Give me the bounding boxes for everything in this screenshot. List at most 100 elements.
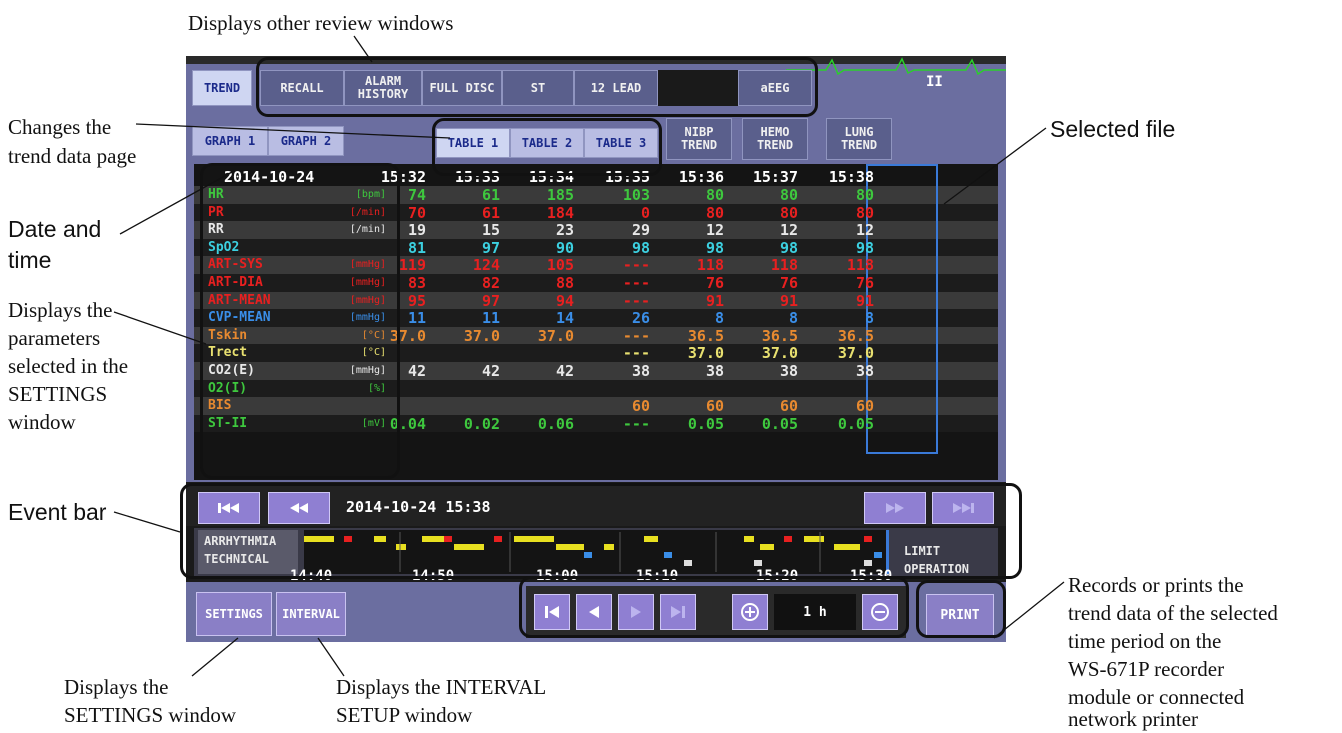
annotation-settings-1: Displays the: [64, 675, 169, 699]
zoom-out-button[interactable]: [862, 594, 898, 630]
parameter-unit: [°C]: [361, 347, 386, 359]
previous-button[interactable]: [576, 594, 612, 630]
annotation-interval-1: Displays the INTERVAL: [336, 675, 547, 699]
table-cell: 80: [855, 186, 874, 204]
tab-full-disc[interactable]: FULL DISC: [422, 70, 502, 106]
table-cell: 0.02: [463, 414, 500, 433]
zoom-in-button[interactable]: [732, 594, 768, 630]
annotation-selected-file: Selected file: [1050, 116, 1176, 142]
time-column-header[interactable]: 15:35: [580, 168, 650, 186]
event-datetime: 2014-10-24 15:38: [346, 498, 491, 516]
table-cell: 8: [864, 309, 874, 328]
tab-graph-1[interactable]: GRAPH 1: [192, 126, 268, 156]
skip-forward-icon: [953, 503, 974, 513]
table-cell: 74: [407, 186, 426, 204]
tab-table-1[interactable]: TABLE 1: [436, 128, 510, 158]
table-cell: 91: [855, 291, 874, 310]
time-column-header[interactable]: 15:34: [504, 168, 574, 186]
table-cell: 19: [407, 221, 426, 240]
annotation-review-windows: Displays other review windows: [188, 11, 454, 35]
parameter-name: Tskin: [208, 327, 248, 343]
rewind-button[interactable]: [268, 492, 330, 524]
annotation-records-4: WS-671P recorder: [1068, 657, 1225, 681]
table-cell: 185: [546, 186, 574, 204]
tab-12-lead[interactable]: 12 LEAD: [574, 70, 658, 106]
table-cell: 81: [407, 238, 426, 257]
table-cell: 0.06: [537, 414, 574, 433]
table-cell: 60: [705, 397, 724, 416]
table-cell: 0: [640, 203, 650, 222]
next-button[interactable]: [618, 594, 654, 630]
tab-lung-trend[interactable]: LUNG TREND: [826, 118, 892, 160]
tab-alarm-history[interactable]: ALARM HISTORY: [344, 70, 422, 106]
annotation-records-6: network printer: [1068, 707, 1199, 731]
table-cell: 90: [555, 238, 574, 257]
table-cell: 8: [714, 309, 724, 328]
table-cell: 38: [855, 362, 874, 380]
annotation-parameters-1: Displays the: [8, 298, 113, 322]
selected-column[interactable]: [866, 164, 938, 454]
jump-start-button[interactable]: [198, 492, 260, 524]
last-page-button[interactable]: [660, 594, 696, 630]
parameter-name: RR: [208, 222, 224, 238]
table-cell: 98: [705, 238, 724, 257]
tab-graph-2[interactable]: GRAPH 2: [268, 126, 344, 156]
interval-button[interactable]: INTERVAL: [276, 592, 346, 636]
minus-circle-icon: [871, 603, 889, 621]
time-column-header[interactable]: 15:33: [430, 168, 500, 186]
table-cell: 80: [855, 203, 874, 222]
table-cell: 98: [855, 238, 874, 257]
tab-recall[interactable]: RECALL: [260, 70, 344, 106]
annotation-date-time-2: time: [8, 247, 52, 273]
tab-trend[interactable]: TREND: [192, 70, 252, 106]
right-triangle-icon: [631, 606, 641, 618]
table-cell: 26: [631, 309, 650, 328]
time-column-header[interactable]: 15:36: [654, 168, 724, 186]
table-cell: 60: [779, 397, 798, 416]
table-cell: 83: [407, 274, 426, 292]
time-column-header[interactable]: 15:37: [728, 168, 798, 186]
trend-review-screen: TREND RECALL ALARM HISTORY FULL DISC ST …: [186, 56, 1006, 642]
jump-end-button[interactable]: [932, 492, 994, 524]
table-cell: 76: [705, 274, 724, 292]
tab-aeeg[interactable]: aEEG: [738, 70, 812, 106]
time-column-header[interactable]: 15:32: [356, 168, 426, 186]
table-cell: 91: [705, 291, 724, 310]
parameter-name: ART-SYS: [208, 257, 263, 273]
settings-button[interactable]: SETTINGS: [196, 592, 272, 636]
table-cell: 105: [546, 256, 574, 275]
table-cell: 76: [855, 274, 874, 292]
annotation-changes-page-1: Changes the: [8, 115, 112, 139]
table-cell: 37.0: [537, 326, 574, 345]
table-cell: 0.05: [761, 414, 798, 433]
first-page-button[interactable]: [534, 594, 570, 630]
table-cell: 8: [788, 309, 798, 328]
annotation-records-1: Records or prints the: [1068, 573, 1244, 597]
table-cell: 91: [779, 291, 798, 310]
table-cell: ---: [622, 291, 650, 310]
parameter-name: SpO2: [208, 239, 240, 255]
table-cell: 118: [696, 256, 724, 275]
tab-st[interactable]: ST: [502, 70, 574, 106]
tab-table-3[interactable]: TABLE 3: [584, 128, 658, 158]
technical-label: TECHNICAL: [204, 552, 270, 566]
fast-forward-button[interactable]: [864, 492, 926, 524]
table-cell: 76: [779, 274, 798, 292]
tab-table-2[interactable]: TABLE 2: [510, 128, 584, 158]
tab-hemo-trend[interactable]: HEMO TREND: [742, 118, 808, 160]
last-icon: [671, 606, 685, 618]
table-cell: 0.05: [687, 414, 724, 433]
time-span-display: 1 h: [774, 594, 856, 630]
table-cell: 38: [705, 362, 724, 380]
table-cell: 60: [631, 397, 650, 416]
table-cell: 80: [705, 186, 724, 204]
table-cell: 38: [631, 362, 650, 380]
ecg-wave-icon: [786, 57, 1006, 76]
time-column-header[interactable]: 15:38: [804, 168, 874, 186]
table-cell: 61: [481, 203, 500, 222]
tab-nibp-trend[interactable]: NIBP TREND: [666, 118, 732, 160]
tab-empty: [658, 70, 738, 106]
table-cell: 12: [705, 221, 724, 240]
print-button[interactable]: PRINT: [926, 594, 994, 636]
table-cell: 184: [546, 203, 574, 222]
